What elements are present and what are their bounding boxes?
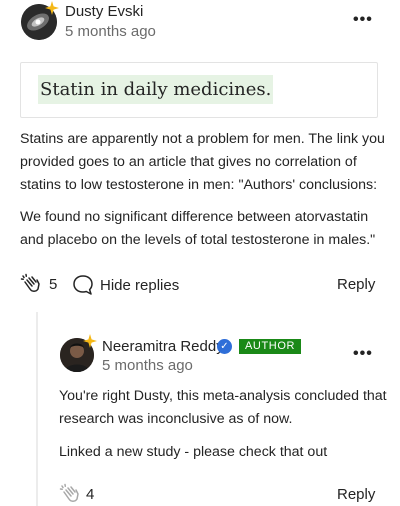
comment-author-name[interactable]: Dusty Evski	[65, 3, 143, 20]
reply-paragraph-2: Linked a new study - please check that o…	[59, 441, 327, 464]
clap-icon[interactable]	[20, 273, 42, 295]
reply-button[interactable]: Reply	[337, 276, 375, 293]
reply-line: Linked a new study - please check that o…	[59, 444, 328, 460]
reply-timestamp: 5 months ago	[102, 357, 193, 374]
reply-line: You're right Dusty, this meta-analysis c…	[59, 388, 387, 404]
comment-paragraph-2: We found no significant difference betwe…	[20, 206, 375, 252]
reply-more-options-button[interactable]: •••	[353, 345, 373, 363]
highlighted-quote[interactable]: Statin in daily medicines.	[20, 62, 378, 118]
comment-paragraph-1: Statins are apparently not a problem for…	[20, 128, 385, 197]
reply-line: research was inconclusive as of now.	[59, 411, 293, 427]
comment-line: statins to low testosterone in men: "Aut…	[20, 177, 378, 193]
reply-button[interactable]: Reply	[337, 486, 375, 503]
star-badge-icon	[83, 334, 97, 348]
more-options-button[interactable]: •••	[353, 11, 373, 29]
comment-timestamp: 5 months ago	[65, 23, 156, 40]
reply-clap-count: 4	[86, 486, 95, 503]
comment-line: and placebo on the levels of total testo…	[20, 232, 376, 248]
clap-count: 5	[49, 276, 58, 293]
comment-line: provided goes to an article that gives n…	[20, 154, 357, 170]
clap-icon[interactable]	[59, 483, 81, 505]
verified-check-icon: ✓	[217, 339, 232, 354]
hide-replies-button[interactable]: Hide replies	[100, 277, 179, 294]
reply-author-name[interactable]: Neeramitra Reddy	[102, 338, 224, 355]
star-badge-icon	[45, 1, 59, 15]
thread-line	[36, 312, 38, 506]
author-badge: AUTHOR	[239, 339, 302, 354]
comment-line: We found no significant difference betwe…	[20, 209, 369, 225]
reply-paragraph-1: You're right Dusty, this meta-analysis c…	[59, 385, 387, 431]
comment-line: Statins are apparently not a problem for…	[20, 131, 385, 147]
quote-text: Statin in daily medicines.	[38, 75, 274, 104]
speech-bubble-icon[interactable]	[72, 274, 94, 296]
